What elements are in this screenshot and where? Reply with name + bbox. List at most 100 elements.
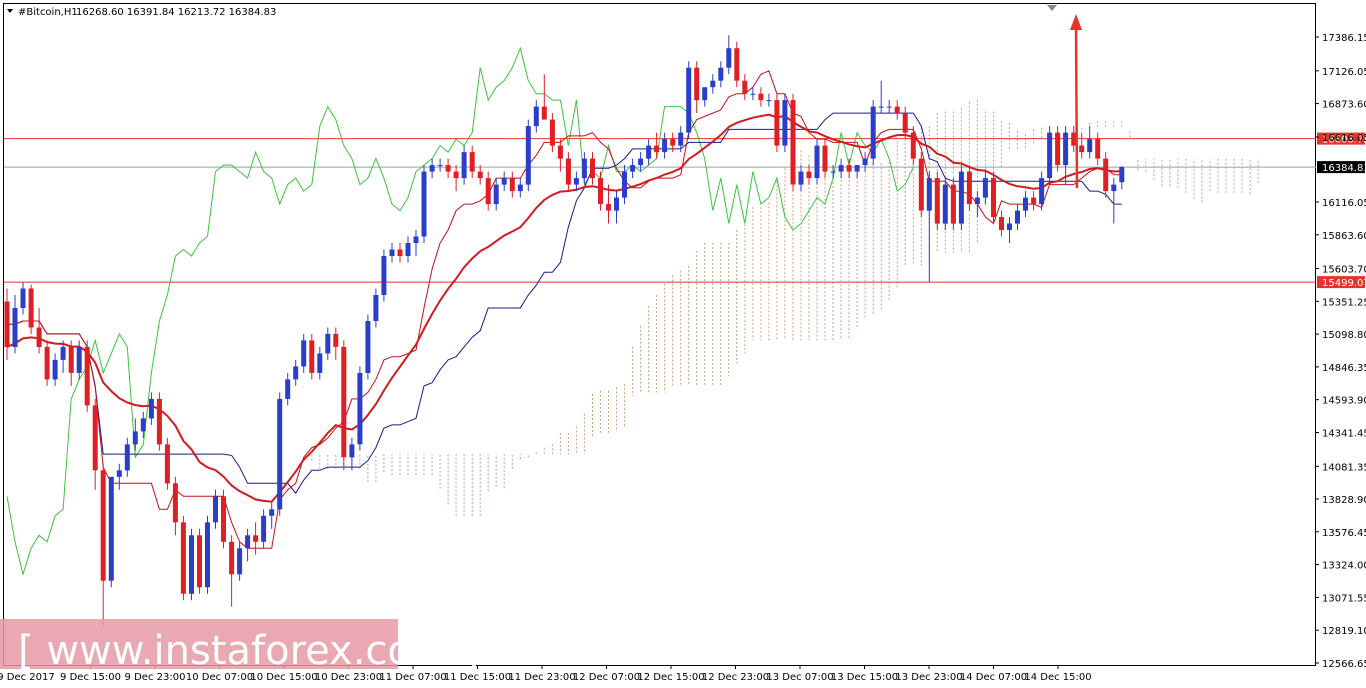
instaforex-watermark: [ www.instaforex.com ]	[0, 619, 479, 674]
candle-body	[999, 217, 1004, 230]
candle-body	[766, 100, 772, 102]
candle-body	[349, 444, 355, 458]
candle-body	[814, 145, 820, 179]
candle-body	[525, 126, 531, 185]
candle-body	[509, 178, 515, 192]
candle-body	[654, 145, 660, 153]
candle-body	[670, 139, 676, 146]
price-tick-label: 15351.25	[1322, 297, 1366, 308]
candle-body	[581, 158, 587, 179]
candle-body	[1023, 197, 1028, 211]
candle-body	[598, 178, 603, 205]
candle-body	[189, 535, 194, 594]
candle-body	[565, 158, 571, 185]
candle-body	[549, 119, 555, 146]
candle-body	[293, 366, 299, 380]
candle-body	[261, 515, 267, 542]
candle-body	[44, 346, 50, 380]
candle-body	[974, 197, 980, 205]
price-tick-label: 15098.80	[1322, 330, 1366, 341]
candle-body	[846, 165, 852, 172]
candle-body	[172, 483, 178, 523]
candle-body	[429, 165, 435, 172]
candle-body	[934, 178, 940, 224]
candle-body	[100, 470, 106, 581]
candle-body	[92, 405, 98, 471]
candle-body	[862, 158, 868, 166]
candle-body	[1031, 197, 1037, 205]
candle-body	[405, 243, 411, 256]
price-tick-label: 14593.90	[1322, 396, 1366, 407]
candle-body	[710, 80, 716, 88]
candle-body	[886, 106, 892, 108]
candle-body	[1039, 178, 1045, 205]
candle-body	[573, 178, 579, 185]
price-tick-label: 14341.45	[1322, 429, 1366, 440]
level-price-label: 15499.07	[1322, 278, 1366, 289]
candle-body	[1047, 132, 1053, 179]
candle-body	[638, 158, 644, 166]
candle-body	[397, 249, 403, 256]
candle-body	[28, 288, 34, 328]
candle-body	[838, 165, 844, 172]
candle-body	[517, 184, 523, 192]
candle-body	[694, 67, 700, 101]
candle-body	[501, 178, 507, 185]
candle-body	[958, 171, 964, 224]
candle-body	[966, 171, 972, 205]
price-tick-label: 13828.90	[1322, 495, 1366, 506]
candle-body	[140, 418, 146, 432]
time-tick-label: 12 Dec 07:00	[573, 672, 640, 683]
price-tick-label: 16116.05	[1322, 198, 1366, 209]
candle-body	[533, 106, 539, 127]
candle-body	[421, 171, 427, 237]
candle-body	[413, 236, 419, 243]
price-tick-label: 13071.55	[1322, 593, 1366, 604]
chart-ohlc: 16268.60 16391.84 16213.72 16384.83	[76, 7, 276, 18]
candle-body	[301, 340, 307, 367]
candle-body	[285, 379, 291, 399]
candle-body	[132, 431, 138, 445]
candle-body	[854, 165, 860, 172]
candle-body	[277, 398, 283, 510]
candle-body	[870, 106, 876, 159]
time-tick-label: 13 Dec 07:00	[766, 672, 833, 683]
candle-body	[1111, 184, 1117, 192]
candle-body	[253, 535, 259, 542]
candle-body	[541, 106, 547, 120]
candle-body	[1079, 145, 1085, 153]
candle-body	[742, 80, 748, 94]
candle-body	[437, 165, 443, 167]
candle-body	[622, 171, 627, 198]
candle-body	[365, 321, 371, 373]
price-tick-label: 17386.15	[1322, 33, 1366, 44]
candle-body	[229, 541, 235, 575]
candle-body	[1103, 158, 1109, 192]
candle-body	[942, 184, 948, 224]
candle-body	[1095, 139, 1101, 159]
candle-body	[52, 359, 58, 380]
price-tick-label: 15863.60	[1322, 231, 1366, 242]
candle-body	[116, 470, 122, 477]
candle-body	[646, 145, 652, 159]
candle-body	[982, 178, 988, 198]
candle-body	[68, 346, 74, 373]
candle-body	[726, 48, 732, 68]
candle-body	[445, 165, 451, 172]
candle-body	[822, 145, 828, 172]
candle-body	[806, 171, 812, 179]
candle-body	[317, 353, 323, 373]
candle-body	[213, 496, 218, 523]
price-tick-label: 12566.65	[1322, 659, 1366, 670]
candle-body	[60, 346, 66, 360]
price-tick-label: 16616.05	[1322, 133, 1366, 144]
candle-body	[950, 184, 956, 224]
candle-body	[373, 295, 379, 321]
candle-body	[84, 346, 90, 406]
time-tick-label: 14 Dec 15:00	[1024, 672, 1091, 683]
time-tick-label: 13 Dec 23:00	[895, 672, 962, 683]
candle-body	[36, 327, 42, 347]
candle-body	[702, 87, 708, 101]
candle-body	[245, 535, 251, 549]
candle-body	[164, 444, 170, 484]
